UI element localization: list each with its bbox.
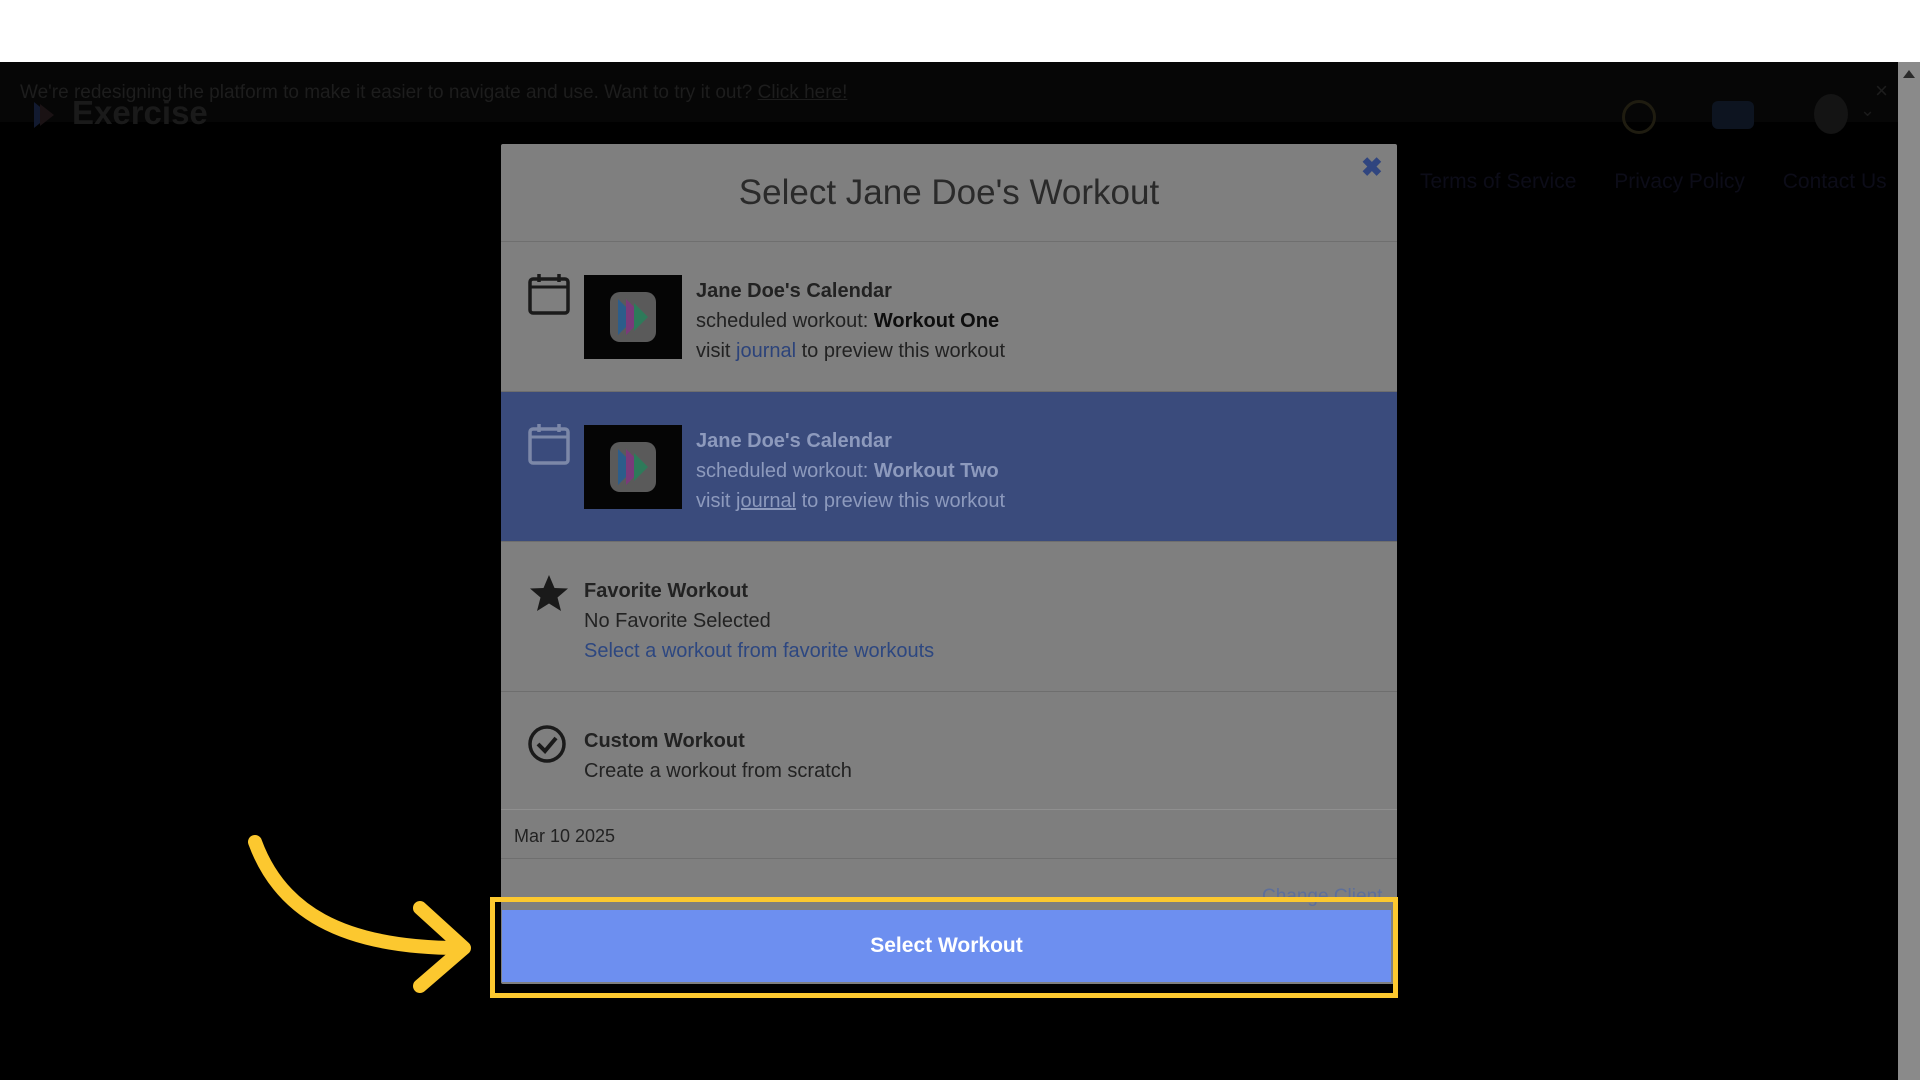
favorite-workouts-link[interactable]: Select a workout from favorite workouts xyxy=(584,636,934,666)
star-icon xyxy=(530,575,568,611)
logo-icon xyxy=(34,102,54,128)
option-scheduled: scheduled workout: Workout Two xyxy=(696,460,999,482)
workout-option-calendar-one[interactable]: Jane Doe's Calendar scheduled workout: W… xyxy=(501,242,1397,392)
modal-title: Select Jane Doe's Workout xyxy=(738,173,1160,212)
scrollbar[interactable] xyxy=(1898,62,1920,1080)
workout-name: Workout Two xyxy=(873,460,999,482)
option-title: Jane Doe's Calendar xyxy=(696,280,892,302)
workout-option-calendar-two[interactable]: Jane Doe's Calendar scheduled workout: W… xyxy=(501,392,1397,542)
app-logo-icon xyxy=(610,292,656,342)
close-icon[interactable]: ✖ xyxy=(1361,152,1383,183)
option-title: Jane Doe's Calendar xyxy=(696,430,892,452)
option-title: Favorite Workout xyxy=(584,580,749,602)
avatar[interactable] xyxy=(1814,94,1848,134)
app-logo-icon xyxy=(610,442,656,492)
footer-link-terms[interactable]: Terms of Service xyxy=(1420,170,1576,193)
option-title: Custom Workout xyxy=(584,730,745,752)
workout-date: Mar 10 2025 xyxy=(514,826,616,846)
option-subtitle: Create a workout from scratch xyxy=(584,760,852,782)
modal-header: Select Jane Doe's Workout ✖ xyxy=(501,144,1397,242)
banner-link[interactable]: Click here! xyxy=(758,82,848,103)
workout-thumbnail xyxy=(584,275,682,359)
top-white-strip xyxy=(0,0,1920,62)
option-text: Jane Doe's Calendar scheduled workout: W… xyxy=(696,276,1005,366)
check-circle-icon xyxy=(528,725,566,763)
option-subtitle: No Favorite Selected xyxy=(584,610,771,632)
scroll-up-arrow-icon[interactable] xyxy=(1903,70,1915,78)
workout-name: Workout One xyxy=(873,310,1000,332)
date-row: Mar 10 2025 xyxy=(501,809,1397,859)
option-visit: visit journal to preview this workout xyxy=(696,340,1006,362)
option-scheduled: scheduled workout: Workout One xyxy=(696,310,1000,332)
calendar-icon xyxy=(528,274,570,315)
journal-link[interactable]: journal xyxy=(736,340,796,362)
clock-icon[interactable] xyxy=(1622,100,1656,134)
footer-link-privacy[interactable]: Privacy Policy xyxy=(1614,170,1745,193)
change-client-link[interactable]: Change Client xyxy=(1262,886,1382,908)
journal-link[interactable]: journal xyxy=(736,490,796,512)
workout-option-favorite[interactable]: Favorite Workout No Favorite Selected Se… xyxy=(501,542,1397,692)
workout-option-custom[interactable]: Custom Workout Create a workout from scr… xyxy=(501,692,1397,810)
banner-close-icon[interactable]: × xyxy=(1875,78,1888,104)
option-text: Favorite Workout No Favorite Selected Se… xyxy=(584,576,934,666)
chevron-down-icon[interactable]: ⌄ xyxy=(1860,100,1875,121)
calendar-icon xyxy=(528,424,570,465)
workout-thumbnail xyxy=(584,425,682,509)
option-text: Jane Doe's Calendar scheduled workout: W… xyxy=(696,426,1005,516)
footer-links: Terms of Service Privacy Policy Contact … xyxy=(1420,170,1919,194)
announcement-banner: We're redesigning the platform to make i… xyxy=(0,62,1898,122)
option-visit: visit journal to preview this workout xyxy=(696,490,1006,512)
select-workout-modal: Select Jane Doe's Workout ✖ Jane Doe's C… xyxy=(501,144,1397,984)
select-workout-button[interactable]: Select Workout xyxy=(502,910,1391,982)
footer-link-contact[interactable]: Contact Us xyxy=(1783,170,1887,193)
logo-text[interactable]: Exercise xyxy=(72,94,208,132)
option-text: Custom Workout Create a workout from scr… xyxy=(584,726,852,786)
notification-badge[interactable] xyxy=(1712,101,1754,129)
